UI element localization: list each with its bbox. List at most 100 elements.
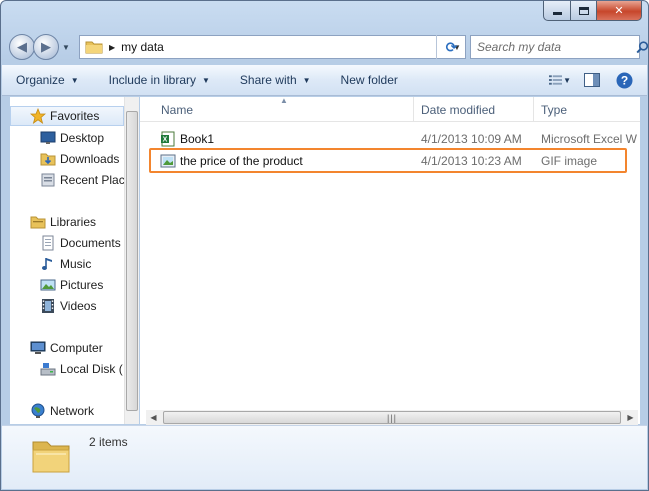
help-button[interactable]: ?: [613, 70, 635, 90]
command-bar: Organize ▼ Include in library ▼ Share with…: [2, 65, 647, 96]
share-with-label: Share with: [239, 73, 297, 87]
documents-icon: [40, 235, 56, 251]
search-box: [470, 35, 648, 59]
file-row-price-of-product[interactable]: the price of the product 4/1/2013 10:23 …: [150, 150, 636, 171]
chevron-left-icon: ◀: [150, 413, 157, 422]
column-header-date-modified[interactable]: Date modified: [414, 97, 534, 122]
nav-desktop[interactable]: Desktop: [40, 128, 104, 148]
forward-button[interactable]: ▶: [33, 34, 59, 60]
include-in-library-button[interactable]: Include in library ▼: [109, 73, 210, 87]
close-button[interactable]: ✕: [597, 1, 642, 21]
refresh-icon: ⟳: [445, 38, 458, 55]
explorer-window: ✕ ◀ ▶ ▼ ▶ my data ▼ ⟳ Search my data Org…: [0, 0, 649, 491]
nav-network[interactable]: Network: [30, 401, 94, 421]
film-icon: [40, 298, 56, 314]
change-view-button[interactable]: ▼: [549, 70, 571, 90]
navigation-pane: Favorites Desktop Downloads Recent Plac …: [10, 97, 124, 424]
scroll-left-button[interactable]: ◀: [146, 410, 161, 425]
chevron-down-icon: ▼: [202, 75, 210, 85]
nav-music[interactable]: Music: [40, 254, 91, 274]
file-row-book1[interactable]: X Book1 4/1/2013 10:09 AM Microsoft Exce…: [150, 128, 637, 149]
file-name-cell: X Book1: [160, 128, 415, 149]
organize-button[interactable]: Organize ▼: [16, 73, 79, 87]
navigation-scrollbar[interactable]: [124, 97, 139, 424]
nav-computer[interactable]: Computer: [30, 338, 103, 358]
preview-pane-button[interactable]: [581, 70, 603, 90]
grip-icon: |||: [386, 412, 397, 423]
column-type-label: Type: [541, 102, 568, 117]
back-button[interactable]: ◀: [9, 34, 35, 60]
file-type-cell: Microsoft Excel W...: [541, 131, 637, 146]
file-name: Book1: [180, 131, 215, 146]
breadcrumb-current[interactable]: my data: [121, 40, 449, 54]
recent-pages-dropdown[interactable]: ▼: [59, 43, 73, 52]
horizontal-scrollbar[interactable]: ◀ ||| ▶: [146, 410, 638, 425]
nav-local-disk-label: Local Disk (: [60, 362, 123, 376]
share-with-button[interactable]: Share with ▼: [240, 73, 311, 87]
toolbar-right: ▼ ?: [539, 70, 635, 90]
include-in-library-label: Include in library: [108, 73, 196, 87]
nav-videos-label: Videos: [60, 299, 97, 313]
scroll-right-button[interactable]: ▶: [623, 410, 638, 425]
file-list-pane: ▲ Name Date modified Type X Book1 4/1/20…: [140, 96, 640, 424]
libraries-icon: [30, 214, 46, 230]
help-icon: ?: [616, 72, 632, 88]
search-input[interactable]: [471, 37, 636, 57]
nav-pictures[interactable]: Pictures: [40, 275, 103, 295]
pictures-icon: [40, 277, 56, 293]
breadcrumb-arrow-icon[interactable]: ▶: [109, 43, 115, 52]
chevron-down-icon: ▼: [563, 75, 571, 85]
file-date-cell: 4/1/2013 10:09 AM: [421, 131, 522, 146]
file-type-cell: GIF image: [541, 153, 598, 168]
nav-computer-label: Computer: [50, 341, 103, 355]
chevron-down-icon: ▼: [62, 42, 70, 52]
horizontal-scroll-thumb[interactable]: |||: [163, 411, 621, 424]
gif-image-icon: [160, 154, 176, 167]
nav-downloads-label: Downloads: [60, 152, 120, 166]
maximize-button[interactable]: [571, 1, 597, 21]
view-details-icon: [549, 75, 563, 85]
address-bar[interactable]: ▶ my data ▼: [79, 35, 466, 59]
column-header-type[interactable]: Type: [534, 97, 640, 122]
new-folder-button[interactable]: New folder: [341, 73, 398, 87]
file-date-cell: 4/1/2013 10:23 AM: [421, 153, 522, 168]
refresh-button[interactable]: ⟳: [436, 35, 466, 59]
column-name-label: Name: [161, 102, 194, 117]
file-name: the price of the product: [180, 153, 303, 168]
close-icon: ✕: [614, 5, 624, 17]
recent-places-icon: [40, 172, 56, 188]
nav-recent-places[interactable]: Recent Plac: [40, 170, 124, 190]
new-folder-label: New folder: [340, 73, 398, 87]
navigation-scroll-thumb[interactable]: [126, 111, 138, 411]
file-name-cell: the price of the product: [160, 150, 415, 171]
nav-local-disk[interactable]: Local Disk (: [40, 359, 123, 379]
preview-pane-icon: [584, 73, 600, 87]
nav-videos[interactable]: Videos: [40, 296, 96, 316]
nav-favorites[interactable]: Favorites: [10, 106, 124, 126]
nav-downloads[interactable]: Downloads: [40, 149, 119, 169]
nav-documents-label: Documents: [60, 236, 121, 250]
chevron-down-icon: ▼: [70, 75, 79, 85]
column-header-name[interactable]: Name: [154, 97, 414, 122]
minimize-icon: [552, 12, 562, 15]
back-arrow-icon: ◀: [17, 39, 27, 54]
nav-network-label: Network: [50, 404, 95, 418]
folder-icon: [32, 441, 70, 473]
nav-desktop-label: Desktop: [60, 131, 105, 145]
search-icon[interactable]: [636, 40, 648, 54]
chevron-down-icon: ▼: [302, 75, 311, 85]
minimize-button[interactable]: [543, 1, 571, 21]
desktop-icon: [40, 130, 56, 146]
chevron-right-icon: ▶: [627, 413, 634, 422]
network-globe-icon: [30, 403, 46, 419]
details-pane: 2 items: [2, 425, 647, 489]
caption-buttons: ✕: [543, 1, 642, 21]
column-date-label: Date modified: [421, 102, 496, 117]
svg-text:?: ?: [620, 73, 627, 87]
nav-pictures-label: Pictures: [60, 278, 104, 292]
nav-libraries-label: Libraries: [50, 215, 97, 229]
nav-documents[interactable]: Documents: [40, 233, 121, 253]
folder-icon: [85, 41, 103, 54]
nav-libraries[interactable]: Libraries: [30, 212, 96, 232]
excel-file-icon: X: [161, 131, 175, 146]
